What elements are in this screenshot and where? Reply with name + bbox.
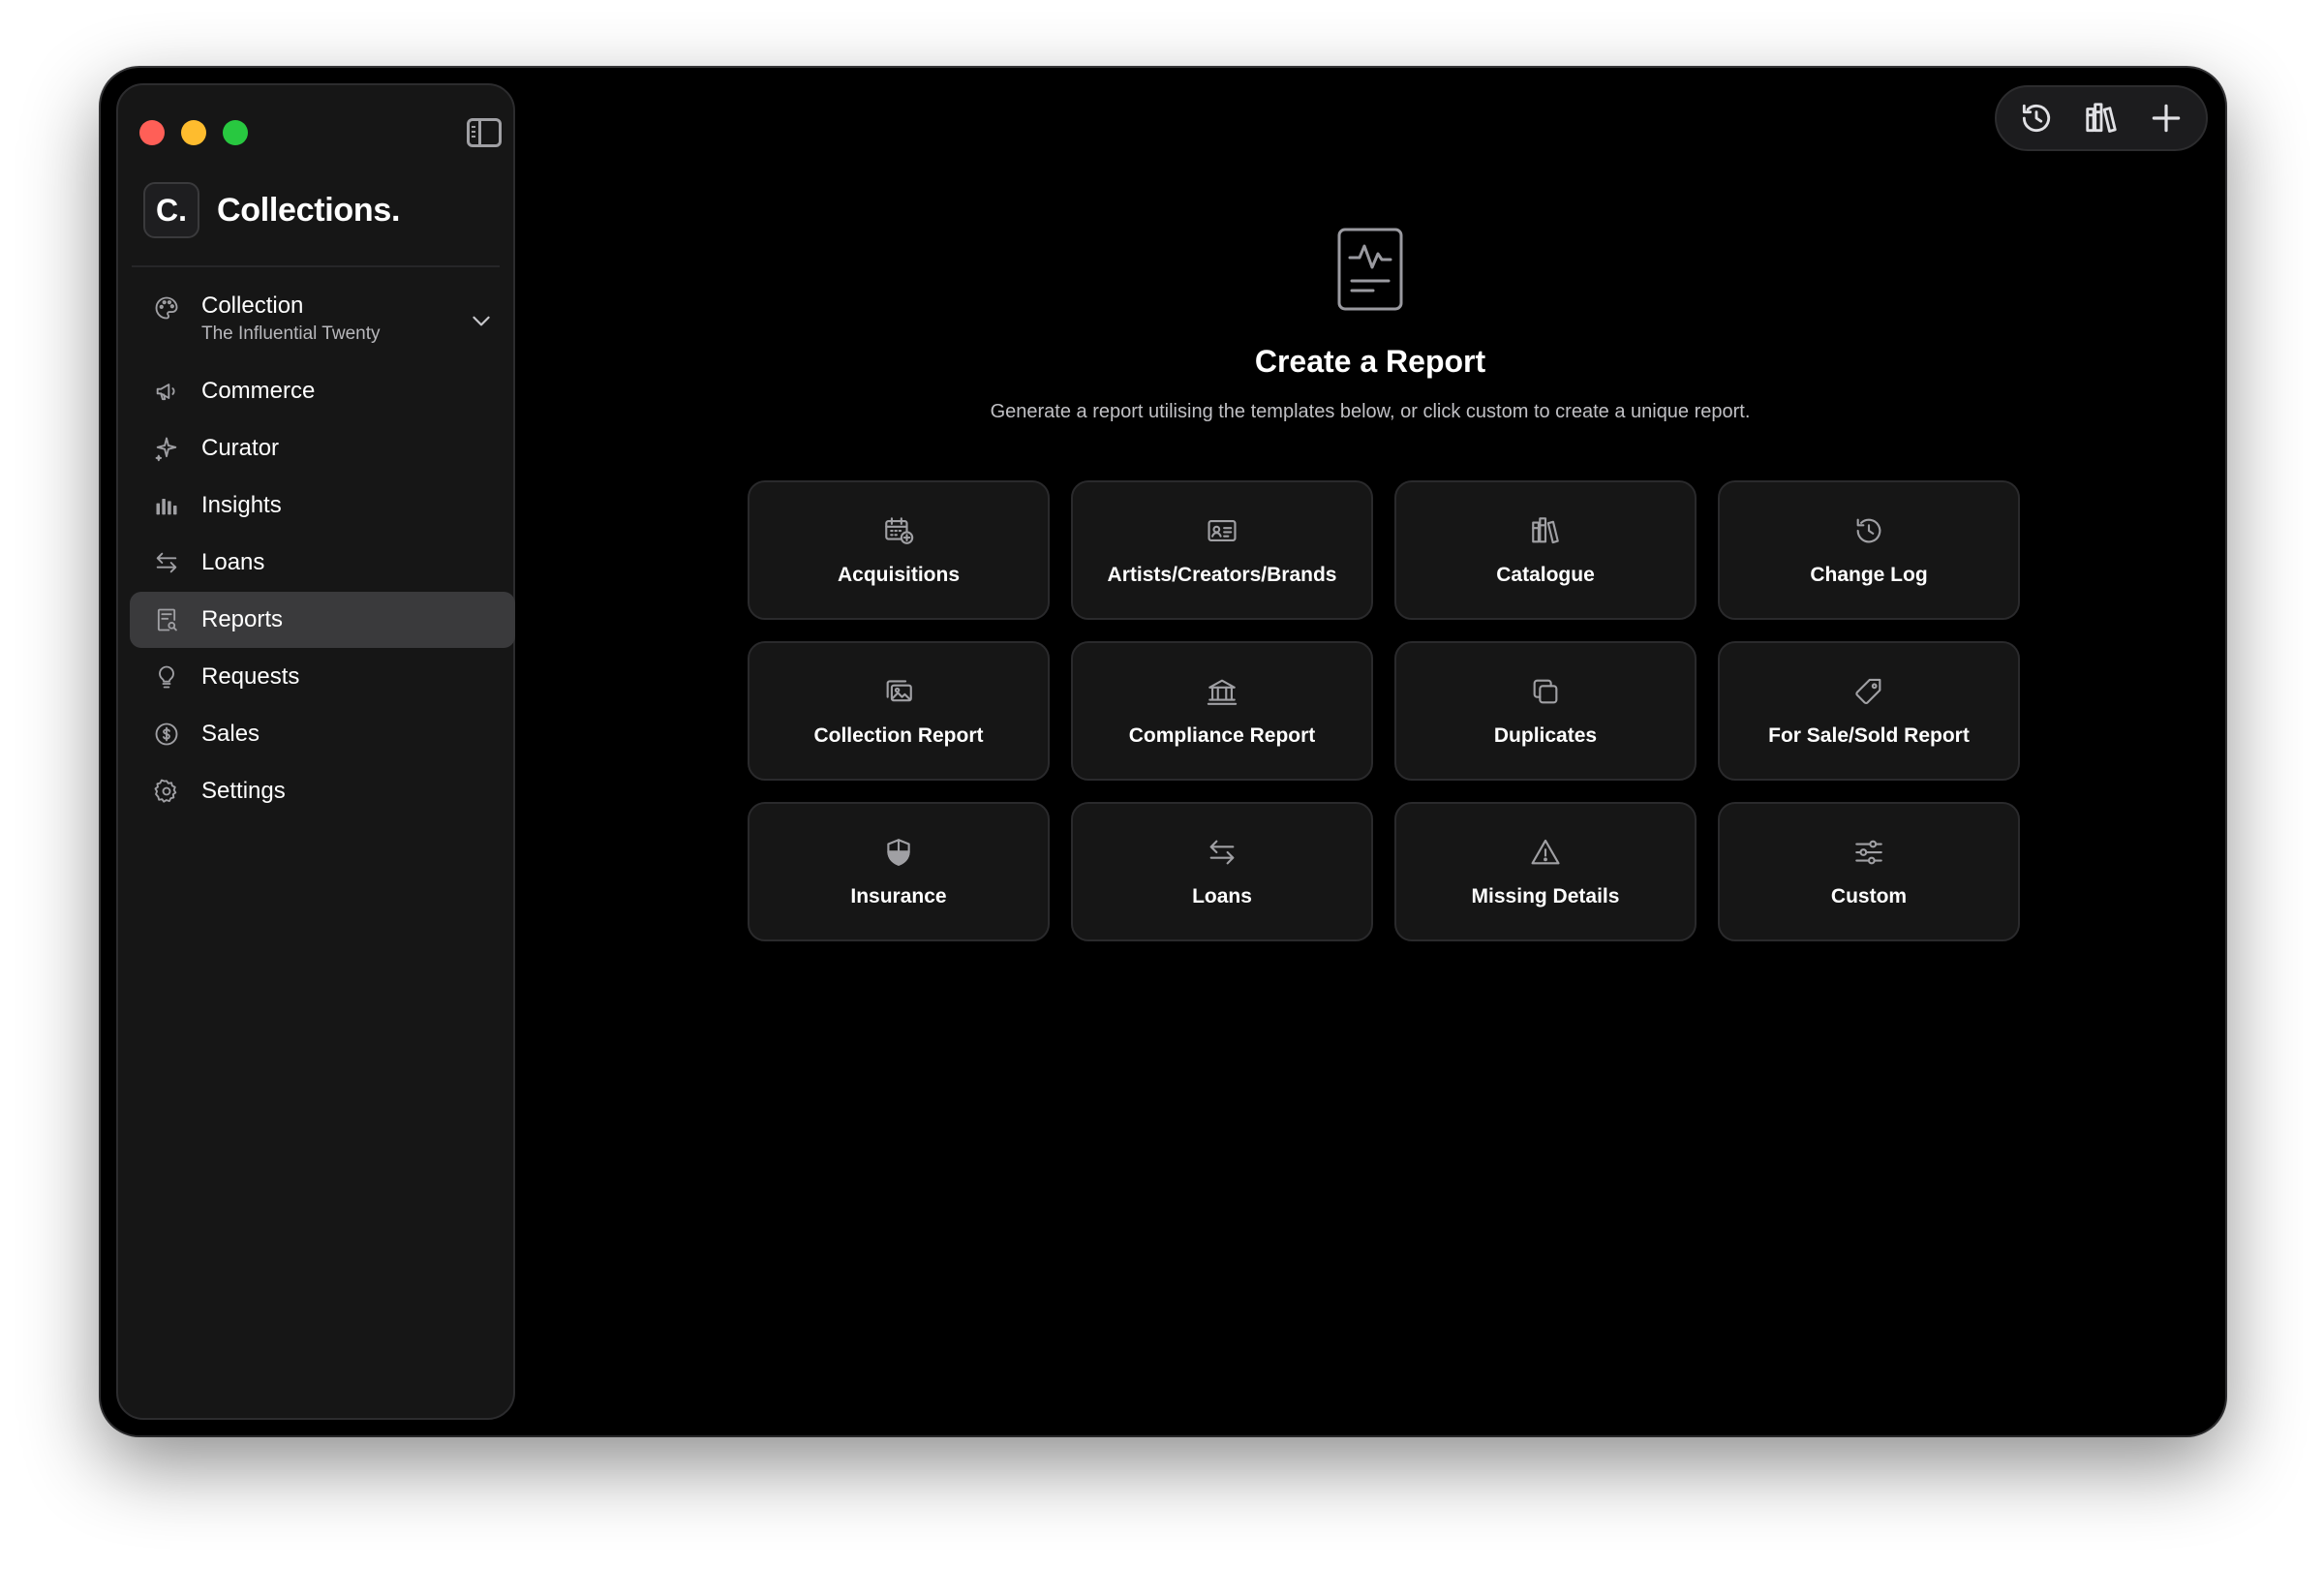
template-label: Loans	[1192, 885, 1252, 908]
shield-icon	[881, 835, 916, 870]
books-icon	[1528, 513, 1563, 548]
sidebar-item-settings[interactable]: Settings	[130, 763, 515, 819]
gear-icon	[153, 778, 180, 805]
template-label: Artists/Creators/Brands	[1107, 564, 1337, 586]
duplicate-icon	[1528, 674, 1563, 709]
bank-icon	[1205, 674, 1239, 709]
sidebar-item-label: Settings	[201, 778, 286, 804]
sidebar-item-label: Commerce	[201, 378, 316, 404]
template-label: Missing Details	[1471, 885, 1620, 908]
template-card-custom[interactable]: Custom	[1718, 802, 2020, 941]
library-button[interactable]	[2079, 96, 2124, 140]
history-button[interactable]	[2014, 96, 2059, 140]
template-card-collection-report[interactable]: Collection Report	[748, 641, 1050, 781]
sidebar-item-requests[interactable]: Requests	[130, 649, 515, 705]
sidebar-item-label: Curator	[201, 435, 280, 461]
template-card-artists-creators-brands[interactable]: Artists/Creators/Brands	[1071, 480, 1373, 620]
arrows-exchange-icon	[153, 549, 180, 576]
add-button[interactable]	[2144, 96, 2188, 140]
sidebar-item-curator[interactable]: Curator	[130, 420, 515, 477]
template-label: Collection Report	[813, 724, 984, 747]
template-label: Compliance Report	[1128, 724, 1316, 747]
sidebar-item-label: Sales	[201, 721, 260, 747]
brand: C. Collections.	[143, 182, 400, 238]
close-window-button[interactable]	[139, 120, 165, 145]
template-label: Insurance	[850, 885, 947, 908]
history-icon	[1851, 513, 1886, 548]
tag-icon	[1851, 674, 1886, 709]
page-title: Create a Report	[1254, 344, 1486, 379]
app-window: C. Collections. Collection The Influenti…	[101, 68, 2225, 1435]
sidebar-item-label: Collection	[201, 292, 304, 319]
template-card-acquisitions[interactable]: Acquisitions	[748, 480, 1050, 620]
template-label: Acquisitions	[837, 564, 960, 586]
photos-icon	[881, 674, 916, 709]
template-label: Custom	[1830, 885, 1908, 908]
template-card-missing-details[interactable]: Missing Details	[1394, 802, 1697, 941]
chevron-down-icon[interactable]	[469, 308, 494, 333]
warning-icon	[1528, 835, 1563, 870]
report-template-grid: Acquisitions Artists/Creators/Brands Cat…	[748, 480, 2020, 941]
template-card-change-log[interactable]: Change Log	[1718, 480, 2020, 620]
template-card-catalogue[interactable]: Catalogue	[1394, 480, 1697, 620]
bar-chart-icon	[153, 492, 180, 519]
history-icon	[2023, 104, 2051, 133]
report-pulse-icon	[1337, 228, 1403, 311]
sidebar-divider	[132, 265, 500, 267]
collection-subtitle: The Influential Twenty	[201, 323, 381, 344]
palette-icon	[153, 294, 180, 322]
sidebar-toggle-icon[interactable]	[467, 118, 502, 147]
sidebar-item-insights[interactable]: Insights	[130, 477, 515, 534]
dollar-circle-icon	[153, 721, 180, 748]
library-icon	[2086, 103, 2117, 133]
brand-logo: C.	[143, 182, 199, 238]
template-label: Catalogue	[1496, 564, 1595, 586]
page-subtitle: Generate a report utilising the template…	[990, 401, 1751, 422]
sidebar-item-sales[interactable]: Sales	[130, 706, 515, 762]
template-label: Change Log	[1810, 564, 1928, 586]
lightbulb-icon	[153, 663, 180, 691]
sidebar-item-label: Reports	[201, 606, 284, 632]
sidebar-item-reports[interactable]: Reports	[130, 592, 515, 648]
sparkle-icon	[153, 435, 180, 462]
template-card-loans[interactable]: Loans	[1071, 802, 1373, 941]
template-label: For Sale/Sold Report	[1768, 724, 1970, 747]
megaphone-icon	[153, 378, 180, 405]
template-card-compliance-report[interactable]: Compliance Report	[1071, 641, 1373, 781]
arrows-exchange-icon	[1205, 835, 1239, 870]
template-card-duplicates[interactable]: Duplicates	[1394, 641, 1697, 781]
maximize-window-button[interactable]	[223, 120, 248, 145]
report-search-icon	[153, 606, 180, 633]
create-report-header: Create a Report Generate a report utilis…	[515, 227, 2225, 423]
id-card-icon	[1205, 513, 1239, 548]
sidebar-item-label: Insights	[201, 492, 282, 518]
template-card-for-sale-sold-report[interactable]: For Sale/Sold Report	[1718, 641, 2020, 781]
template-label: Duplicates	[1493, 724, 1598, 747]
calendar-add-icon	[881, 513, 916, 548]
sliders-icon	[1851, 835, 1886, 870]
sidebar-item-label: Loans	[201, 549, 265, 575]
sidebar-item-collection[interactable]: Collection The Influential Twenty	[130, 289, 515, 362]
template-card-insurance[interactable]: Insurance	[748, 802, 1050, 941]
sidebar-item-label: Requests	[201, 663, 300, 690]
sidebar-nav: Collection The Influential Twenty Commer…	[130, 289, 515, 820]
sidebar: C. Collections. Collection The Influenti…	[116, 83, 515, 1420]
plus-icon	[2152, 104, 2180, 133]
minimize-window-button[interactable]	[181, 120, 206, 145]
brand-name: Collections.	[217, 191, 401, 229]
toolbar	[1995, 85, 2208, 151]
sidebar-item-loans[interactable]: Loans	[130, 535, 515, 591]
sidebar-item-commerce[interactable]: Commerce	[130, 363, 515, 419]
